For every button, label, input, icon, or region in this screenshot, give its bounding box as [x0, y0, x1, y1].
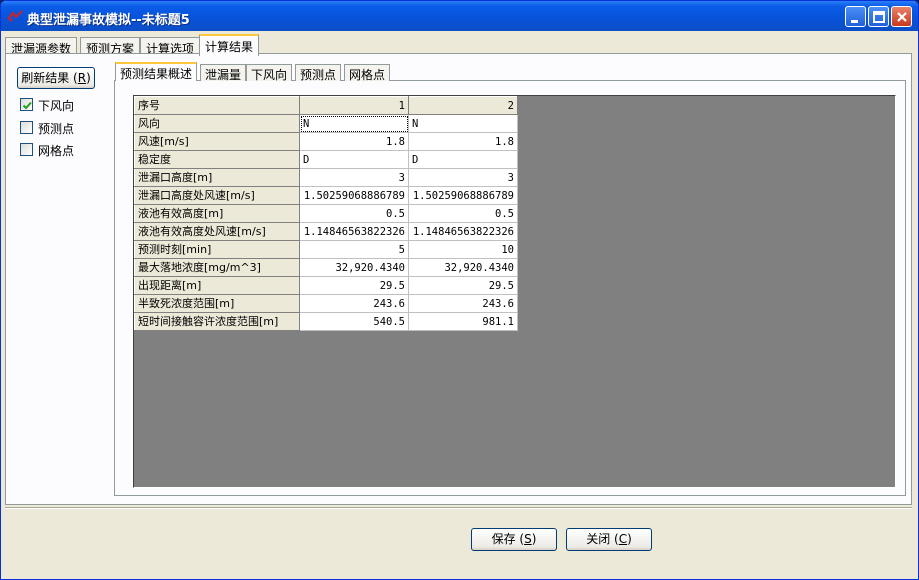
table-cell[interactable]: 5: [299, 240, 409, 259]
table-row: 泄漏口高度处风速[m/s] 1.50259068886789 1.5025906…: [134, 186, 518, 205]
row-label: 最大落地浓度[mg/m^3]: [134, 258, 300, 277]
table-cell[interactable]: 3: [408, 168, 518, 187]
table-cell[interactable]: D: [299, 150, 409, 169]
footer-divider: [5, 507, 912, 509]
header-label: 序号: [134, 96, 300, 115]
results-grid[interactable]: 序号 1 2 风向 N N 风速[m/s] 1.8 1.8 稳定度 D D 泄漏…: [133, 95, 896, 488]
close-button[interactable]: 关闭 (C): [566, 528, 652, 551]
row-label: 液池有效高度处风速[m/s]: [134, 222, 300, 241]
checkbox-label: 网格点: [38, 144, 75, 158]
row-label: 泄漏口高度处风速[m/s]: [134, 186, 300, 205]
checkbox-label: 预测点: [38, 122, 75, 136]
table-row: 泄漏口高度[m] 3 3: [134, 168, 518, 187]
table-cell[interactable]: 1.8: [299, 132, 409, 151]
table-cell[interactable]: N: [299, 114, 409, 133]
table-row: 液池有效高度[m] 0.5 0.5: [134, 204, 518, 223]
table-cell[interactable]: 243.6: [408, 294, 518, 313]
minimize-icon: [851, 20, 858, 23]
row-label: 风速[m/s]: [134, 132, 300, 151]
table-row: 出现距离[m] 29.5 29.5: [134, 276, 518, 295]
table-cell[interactable]: 540.5: [299, 312, 409, 331]
row-label: 稳定度: [134, 150, 300, 169]
close-label: 关闭: [586, 532, 611, 546]
close-window-button[interactable]: [891, 6, 912, 27]
table-cell[interactable]: 32,920.4340: [299, 258, 409, 277]
tab-prediction-points[interactable]: 预测点: [295, 64, 342, 82]
table-row: 风向 N N: [134, 114, 518, 133]
row-label: 出现距离[m]: [134, 276, 300, 295]
maximize-icon: [873, 11, 885, 23]
row-label: 预测时刻[min]: [134, 240, 300, 259]
table-row: 最大落地浓度[mg/m^3] 32,920.4340 32,920.4340: [134, 258, 518, 277]
save-button[interactable]: 保存 (S): [471, 528, 557, 551]
refresh-results-button[interactable]: 刷新结果 (R): [17, 67, 95, 89]
table-cell[interactable]: 1.8: [408, 132, 518, 151]
checkbox-box[interactable]: [20, 143, 33, 156]
row-label: 泄漏口高度[m]: [134, 168, 300, 187]
checkbox-box[interactable]: [20, 98, 33, 111]
main-window: 典型泄漏事故模拟--未标题5 泄漏源参数 预测方案 计算选项 计算结果 刷新结果…: [0, 0, 919, 580]
table-cell[interactable]: 981.1: [408, 312, 518, 331]
table-cell[interactable]: 10: [408, 240, 518, 259]
app-icon: [7, 10, 23, 22]
table-row: 短时间接触容许浓度范围[m] 540.5 981.1: [134, 312, 518, 331]
tab-leak-amount[interactable]: 泄漏量: [200, 64, 247, 82]
table-cell[interactable]: 1.14846563822326: [299, 222, 409, 241]
row-label: 短时间接触容许浓度范围[m]: [134, 312, 300, 331]
tab-calc-results[interactable]: 计算结果: [199, 34, 260, 56]
column-header[interactable]: 2: [408, 96, 518, 115]
checkmark-icon: [22, 101, 32, 110]
table-cell[interactable]: 29.5: [299, 276, 409, 295]
row-label: 半致死浓度范围[m]: [134, 294, 300, 313]
results-table: 序号 1 2 风向 N N 风速[m/s] 1.8 1.8 稳定度 D D 泄漏…: [134, 96, 518, 331]
window-title: 典型泄漏事故模拟--未标题5: [27, 13, 190, 28]
table-row: 预测时刻[min] 5 10: [134, 240, 518, 259]
table-cell[interactable]: 0.5: [299, 204, 409, 223]
table-row: 风速[m/s] 1.8 1.8: [134, 132, 518, 151]
save-hotkey: S: [524, 532, 532, 546]
table-cell[interactable]: D: [408, 150, 518, 169]
table-row: 液池有效高度处风速[m/s] 1.14846563822326 1.148465…: [134, 222, 518, 241]
table-header-row: 序号 1 2: [134, 96, 518, 115]
table-cell[interactable]: 1.14846563822326: [408, 222, 518, 241]
checkbox-box[interactable]: [20, 121, 33, 134]
tab-grid-points[interactable]: 网格点: [344, 64, 391, 82]
maximize-button[interactable]: [868, 6, 889, 27]
table-cell[interactable]: N: [408, 114, 518, 133]
row-label: 风向: [134, 114, 300, 133]
row-label: 液池有效高度[m]: [134, 204, 300, 223]
table-cell[interactable]: 1.50259068886789: [299, 186, 409, 205]
table-cell[interactable]: 0.5: [408, 204, 518, 223]
table-cell[interactable]: 3: [299, 168, 409, 187]
checkbox-label: 下风向: [38, 99, 75, 113]
save-label: 保存: [491, 532, 516, 546]
minimize-button[interactable]: [845, 6, 866, 27]
close-icon: [897, 12, 907, 22]
table-cell[interactable]: 32,920.4340: [408, 258, 518, 277]
tab-downwind[interactable]: 下风向: [246, 64, 293, 82]
table-row: 稳定度 D D: [134, 150, 518, 169]
table-row: 半致死浓度范围[m] 243.6 243.6: [134, 294, 518, 313]
table-cell[interactable]: 243.6: [299, 294, 409, 313]
table-cell[interactable]: 1.50259068886789: [408, 186, 518, 205]
refresh-hotkey: R: [77, 71, 87, 85]
title-bar[interactable]: 典型泄漏事故模拟--未标题5: [1, 1, 918, 31]
close-hotkey: C: [618, 532, 628, 546]
table-cell[interactable]: 29.5: [408, 276, 518, 295]
column-header[interactable]: 1: [299, 96, 409, 115]
refresh-results-label: 刷新结果: [21, 71, 70, 85]
tab-result-summary[interactable]: 预测结果概述: [115, 62, 198, 81]
